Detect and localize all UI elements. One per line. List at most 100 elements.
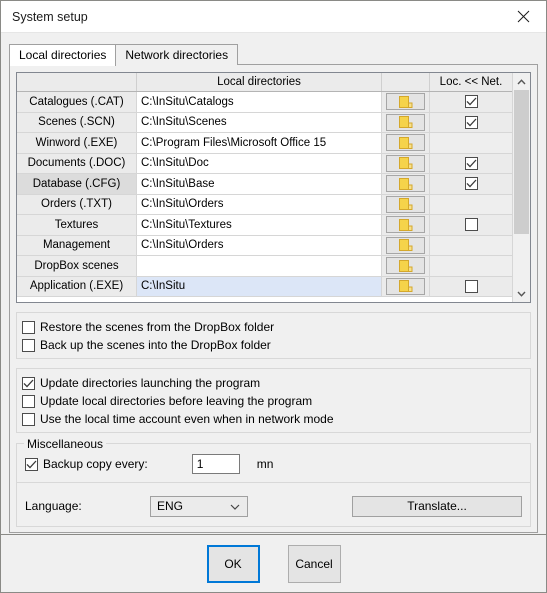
row-sync-cell [430, 133, 512, 153]
row-name-cell: Winword (.EXE) [17, 133, 137, 153]
folder-icon[interactable] [386, 195, 425, 213]
program-option-1[interactable]: Update local directories before leaving … [22, 392, 525, 410]
dropbox-option-1[interactable]: Back up the scenes into the DropBox fold… [22, 336, 525, 354]
folder-icon[interactable] [386, 236, 425, 254]
folder-icon[interactable] [386, 93, 425, 111]
language-select[interactable]: ENG [150, 495, 248, 517]
row-name-cell: Documents (.DOC) [17, 153, 137, 173]
dropbox-options-panel: Restore the scenes from the DropBox fold… [16, 312, 531, 359]
row-name-cell: DropBox scenes [17, 256, 137, 276]
row-name-cell: Catalogues (.CAT) [17, 92, 137, 112]
ok-button[interactable]: OK [206, 544, 260, 583]
dropbox-option-0[interactable]: Restore the scenes from the DropBox fold… [22, 318, 525, 336]
vertical-scrollbar[interactable] [512, 73, 530, 302]
checkbox-box [22, 376, 35, 390]
client-area: Local directories Network directories Lo… [1, 33, 546, 534]
program-option-label: Update local directories before leaving … [40, 394, 313, 408]
row-name-cell: Orders (.TXT) [17, 194, 137, 214]
cancel-button[interactable]: Cancel [287, 544, 341, 583]
folder-icon[interactable] [386, 257, 425, 275]
row-sync-cell [430, 276, 512, 296]
row-browse-cell [382, 153, 430, 173]
row-sync-cell [430, 153, 512, 173]
column-header-sync: Loc. << Net. [430, 73, 512, 91]
program-option-0[interactable]: Update directories launching the program [22, 374, 525, 392]
translate-button[interactable]: Translate... [352, 495, 522, 517]
row-sync-checkbox[interactable] [464, 115, 478, 129]
column-header-name [17, 73, 137, 91]
group-separator [17, 482, 530, 483]
miscellaneous-group-title: Miscellaneous [24, 437, 107, 451]
row-sync-checkbox[interactable] [464, 177, 478, 191]
row-path-input[interactable]: C:\Program Files\Microsoft Office 15 [137, 133, 382, 153]
row-sync-cell [430, 194, 512, 214]
folder-icon[interactable] [386, 134, 425, 152]
folder-icon[interactable] [386, 216, 425, 234]
scrollbar-thumb[interactable] [514, 90, 529, 235]
row-sync-checkbox[interactable] [464, 218, 478, 232]
row-path-input[interactable]: C:\InSitu\Catalogs [137, 92, 382, 112]
row-name-cell: Application (.EXE) [17, 276, 137, 296]
language-select-value: ENG [157, 499, 184, 513]
table-row[interactable]: Management C:\InSitu\Orders [17, 235, 512, 256]
system-setup-dialog: System setup Local directories Network d… [0, 0, 547, 593]
row-path-input[interactable] [137, 256, 382, 276]
folder-icon[interactable] [386, 154, 425, 172]
row-name-cell: Textures [17, 215, 137, 235]
table-row[interactable]: Textures C:\InSitu\Textures [17, 215, 512, 236]
row-sync-checkbox[interactable] [464, 156, 478, 170]
dropbox-option-label: Back up the scenes into the DropBox fold… [40, 338, 271, 352]
row-path-input[interactable]: C:\InSitu\Scenes [137, 112, 382, 132]
scrollbar-track[interactable] [514, 90, 529, 285]
table-row[interactable]: Application (.EXE) C:\InSitu [17, 276, 512, 297]
tab-panel-local-directories: Local directories Loc. << Net. Catalogue… [9, 64, 538, 533]
row-browse-cell [382, 194, 430, 214]
row-path-input[interactable]: C:\InSitu [137, 276, 382, 296]
row-path-input[interactable]: C:\InSitu\Orders [137, 235, 382, 255]
row-path-input[interactable]: C:\InSitu\Textures [137, 215, 382, 235]
table-row[interactable]: Documents (.DOC) C:\InSitu\Doc [17, 153, 512, 174]
close-icon[interactable] [501, 2, 546, 32]
tab-network-directories[interactable]: Network directories [115, 44, 239, 65]
row-sync-cell [430, 112, 512, 132]
backup-interval-unit: mn [256, 457, 274, 471]
row-sync-cell [430, 215, 512, 235]
language-row: Language: ENG Translate... [25, 495, 522, 517]
table-header-row: Local directories Loc. << Net. [17, 73, 512, 92]
table-row[interactable]: Winword (.EXE) C:\Program Files\Microsoft… [17, 133, 512, 154]
page-title: System setup [12, 9, 88, 24]
row-browse-cell [382, 133, 430, 153]
chevron-up-icon[interactable] [513, 73, 530, 90]
row-browse-cell [382, 215, 430, 235]
row-path-input[interactable]: C:\InSitu\Doc [137, 153, 382, 173]
directories-table: Local directories Loc. << Net. Catalogue… [16, 72, 531, 303]
tab-local-directories[interactable]: Local directories [9, 44, 117, 66]
chevron-down-icon [230, 499, 240, 513]
table-row[interactable]: DropBox scenes [17, 256, 512, 277]
checkbox-box [22, 320, 35, 334]
folder-icon[interactable] [386, 277, 425, 295]
row-path-input[interactable]: C:\InSitu\Orders [137, 194, 382, 214]
checkbox-box [22, 394, 35, 408]
chevron-down-icon[interactable] [513, 285, 530, 302]
table-row[interactable]: Database (.CFG) C:\InSitu\Base [17, 174, 512, 195]
table-row[interactable]: Catalogues (.CAT) C:\InSitu\Catalogs [17, 92, 512, 113]
row-sync-cell [430, 174, 512, 194]
row-browse-cell [382, 235, 430, 255]
row-sync-checkbox[interactable] [464, 95, 478, 109]
row-path-input[interactable]: C:\InSitu\Base [137, 174, 382, 194]
title-bar: System setup [1, 1, 546, 33]
program-option-2[interactable]: Use the local time account even when in … [22, 410, 525, 428]
table-row[interactable]: Scenes (.SCN) C:\InSitu\Scenes [17, 112, 512, 133]
folder-icon[interactable] [386, 113, 425, 131]
row-browse-cell [382, 256, 430, 276]
row-browse-cell [382, 112, 430, 132]
row-sync-checkbox[interactable] [464, 279, 478, 293]
checkbox-box [22, 412, 35, 426]
backup-copy-checkbox[interactable]: Backup copy every: [25, 455, 148, 473]
folder-icon[interactable] [386, 175, 425, 193]
backup-interval-input[interactable] [191, 454, 240, 474]
table-row[interactable]: Orders (.TXT) C:\InSitu\Orders [17, 194, 512, 215]
backup-copy-label: Backup copy every: [43, 457, 148, 471]
column-header-browse [382, 73, 430, 91]
